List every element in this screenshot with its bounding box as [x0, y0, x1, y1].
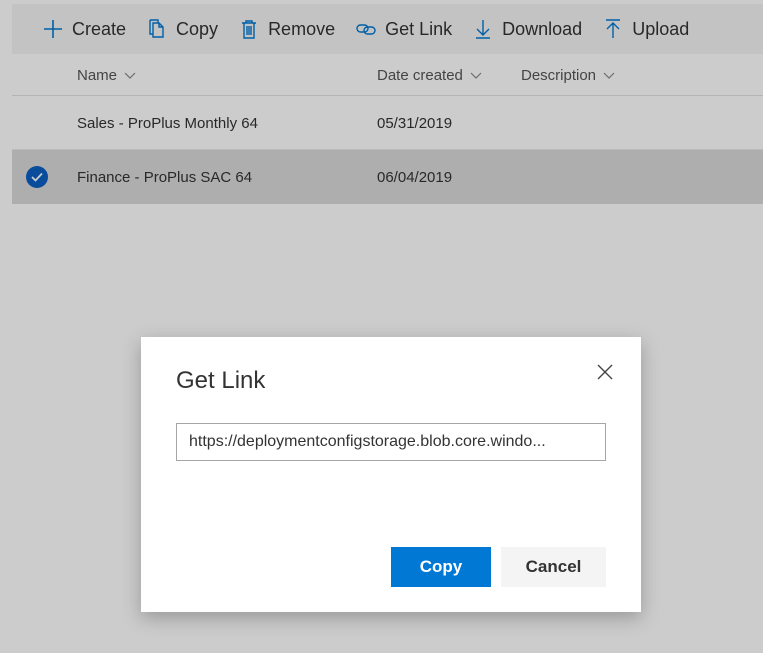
close-icon: [597, 364, 613, 380]
cancel-button[interactable]: Cancel: [501, 547, 606, 587]
copy-link-button[interactable]: Copy: [391, 547, 491, 587]
get-link-dialog: Get Link https://deploymentconfigstorage…: [141, 337, 641, 612]
dialog-title: Get Link: [176, 367, 266, 394]
close-button[interactable]: [595, 362, 615, 382]
link-url-field[interactable]: https://deploymentconfigstorage.blob.cor…: [176, 423, 606, 461]
